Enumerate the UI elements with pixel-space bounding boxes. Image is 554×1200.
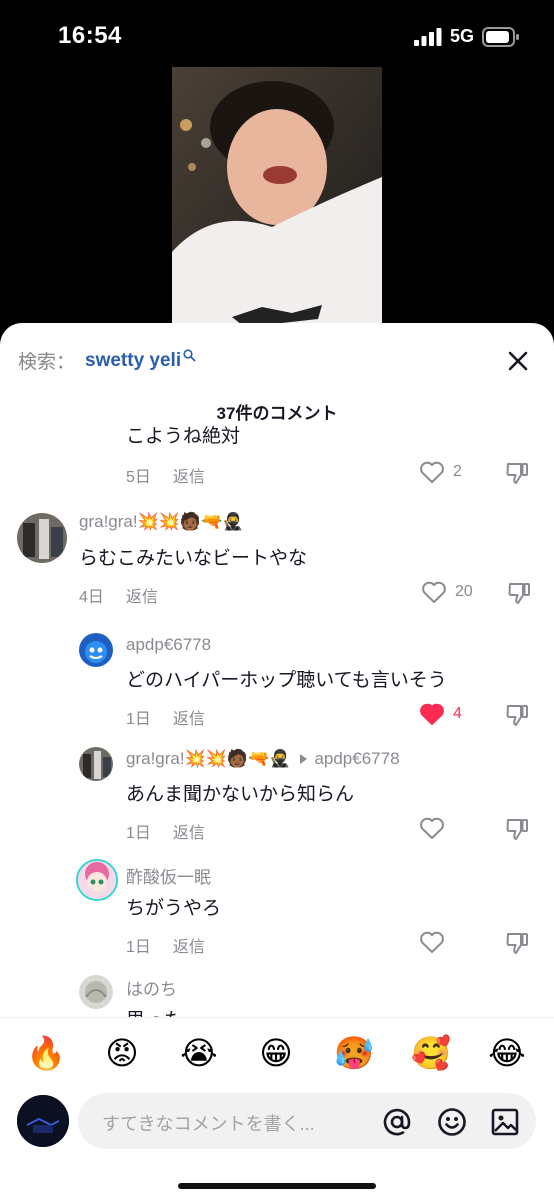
comment-input-bar: すてきなコメントを書く... (0, 1089, 554, 1179)
emoji-quick-bar: 🔥 😡 😭 😁 🥵 🥰 😂 (0, 1017, 554, 1090)
image-attach-icon[interactable] (490, 1107, 520, 1137)
like-count: 2 (453, 463, 462, 480)
my-avatar-image (17, 1095, 69, 1147)
dislike-icon[interactable] (504, 702, 530, 728)
dislike-icon[interactable] (504, 460, 530, 486)
heart-icon (420, 817, 444, 839)
status-indicators: 5G (413, 26, 520, 47)
like-count: 4 (453, 705, 462, 722)
mention-icon[interactable] (382, 1107, 412, 1137)
username-emoji: 💥💥🧑🏾🔫🥷 (137, 512, 244, 531)
dislike-icon[interactable] (506, 580, 532, 606)
like-button[interactable] (419, 930, 445, 954)
home-indicator[interactable] (178, 1183, 376, 1189)
search-term-link[interactable]: swetty yeli (85, 350, 181, 372)
username-text: 酢酸仮一眠 (126, 868, 211, 887)
comment-username[interactable]: apdp€6778 (126, 635, 211, 655)
reply-button[interactable]: 返信 (126, 589, 158, 606)
comment-text: あんま聞かないから知らん (126, 784, 355, 805)
comment-input-placeholder: すてきなコメントを書く... (102, 1114, 315, 1134)
comment-meta: 1日 返信 (126, 819, 205, 843)
comment-username[interactable]: gra!gra! 💥💥🧑🏾🔫🥷 apdp€6778 (126, 749, 400, 769)
search-suggestion[interactable]: 検索： swetty yeli (18, 347, 196, 374)
reply-button[interactable]: 返信 (173, 469, 205, 486)
avatar-image (17, 513, 67, 563)
comment-count-header: 37件のコメント (216, 404, 338, 423)
heart-filled-icon (420, 703, 444, 725)
signal-icon (413, 27, 442, 46)
heart-icon (420, 931, 444, 953)
comment-text: こようね絶対 (126, 426, 241, 447)
comment-meta: 1日 返信 (126, 705, 205, 729)
avatar[interactable] (79, 975, 113, 1009)
avatar-image (79, 747, 113, 781)
avatar-image (79, 633, 113, 667)
username-text: apdp€6778 (126, 635, 212, 654)
search-prefix: 検索： (18, 352, 76, 373)
avatar-image (78, 861, 116, 899)
dislike-icon[interactable] (504, 816, 530, 842)
username-text: はのち (126, 980, 177, 999)
emoji-hearts-face-button[interactable]: 🥰 (411, 1034, 451, 1072)
emoji-grin-button[interactable]: 😁 (257, 1034, 295, 1072)
status-bar: 16:54 5G (0, 0, 554, 70)
heart-icon (420, 461, 444, 483)
heart-icon (422, 581, 446, 603)
reply-arrow-icon (300, 754, 308, 764)
dislike-icon[interactable] (504, 930, 530, 956)
comment-username[interactable]: はのち (126, 975, 177, 1000)
comment-meta: 4日 返信 (79, 583, 158, 607)
emoji-fire-button[interactable]: 🔥 (26, 1034, 66, 1072)
comment-username[interactable]: 酢酸仮一眠 (126, 863, 211, 888)
comment-input-field[interactable]: すてきなコメントを書く... (78, 1093, 536, 1149)
my-avatar[interactable] (17, 1095, 69, 1147)
username-text: gra!gra! (79, 512, 138, 531)
comment-meta: 1日 返信 (126, 933, 205, 957)
emoji-laughing-button[interactable]: 😂 (488, 1034, 526, 1072)
battery-icon (482, 26, 519, 47)
reply-button[interactable]: 返信 (173, 825, 205, 842)
comment-text: ちがうやろ (126, 898, 222, 919)
network-label: 5G (449, 26, 474, 46)
comment-time: 1日 (126, 939, 151, 956)
avatar[interactable] (76, 859, 118, 901)
avatar-image (79, 975, 113, 1009)
comment-text: 思った (126, 1005, 183, 1017)
like-button[interactable]: 20 (421, 580, 473, 604)
video-thumbnail (172, 67, 382, 332)
emoji-hot-face-button[interactable]: 🥵 (334, 1034, 374, 1072)
avatar[interactable] (79, 633, 113, 667)
username-emoji: 💥💥🧑🏾🔫🥷 (184, 749, 291, 768)
comment-sheet: 検索： swetty yeli 37件のコメント こようね絶対 5日返信 2 (0, 323, 554, 1200)
like-count: 20 (455, 583, 473, 600)
username-text: gra!gra! (126, 749, 185, 768)
comment-time: 1日 (126, 711, 151, 728)
like-button[interactable]: 4 (419, 702, 462, 726)
reply-target-username[interactable]: apdp€6778 (314, 749, 399, 769)
comment-text: らむこみたいなビートやな (79, 548, 308, 569)
reply-button[interactable]: 返信 (173, 711, 205, 728)
status-time: 16:54 (58, 22, 122, 49)
avatar[interactable] (17, 513, 67, 563)
comment-time: 1日 (126, 825, 151, 842)
comment-time: 5日 (126, 469, 151, 486)
comment-text: どのハイパーホップ聴いても言いそう (126, 670, 447, 691)
reply-button[interactable]: 返信 (173, 939, 205, 956)
comment-list[interactable]: こようね絶対 5日 返信 2 gra!gra! 💥💥🧑🏾🔫🥷 らむこみたいなビー… (0, 423, 554, 1017)
like-button[interactable] (419, 816, 445, 840)
comment-meta: 5日 返信 (126, 463, 205, 487)
video-preview[interactable] (172, 67, 382, 332)
emoji-picker-icon[interactable] (437, 1107, 467, 1137)
emoji-angry-button[interactable]: 😡 (103, 1034, 141, 1072)
avatar[interactable] (79, 747, 113, 781)
like-button[interactable]: 2 (419, 460, 462, 484)
search-icon (183, 349, 196, 362)
comment-time: 4日 (79, 589, 104, 606)
close-icon[interactable] (504, 347, 532, 375)
comment-username[interactable]: gra!gra! 💥💥🧑🏾🔫🥷 (79, 512, 243, 532)
emoji-crying-button[interactable]: 😭 (180, 1034, 218, 1072)
